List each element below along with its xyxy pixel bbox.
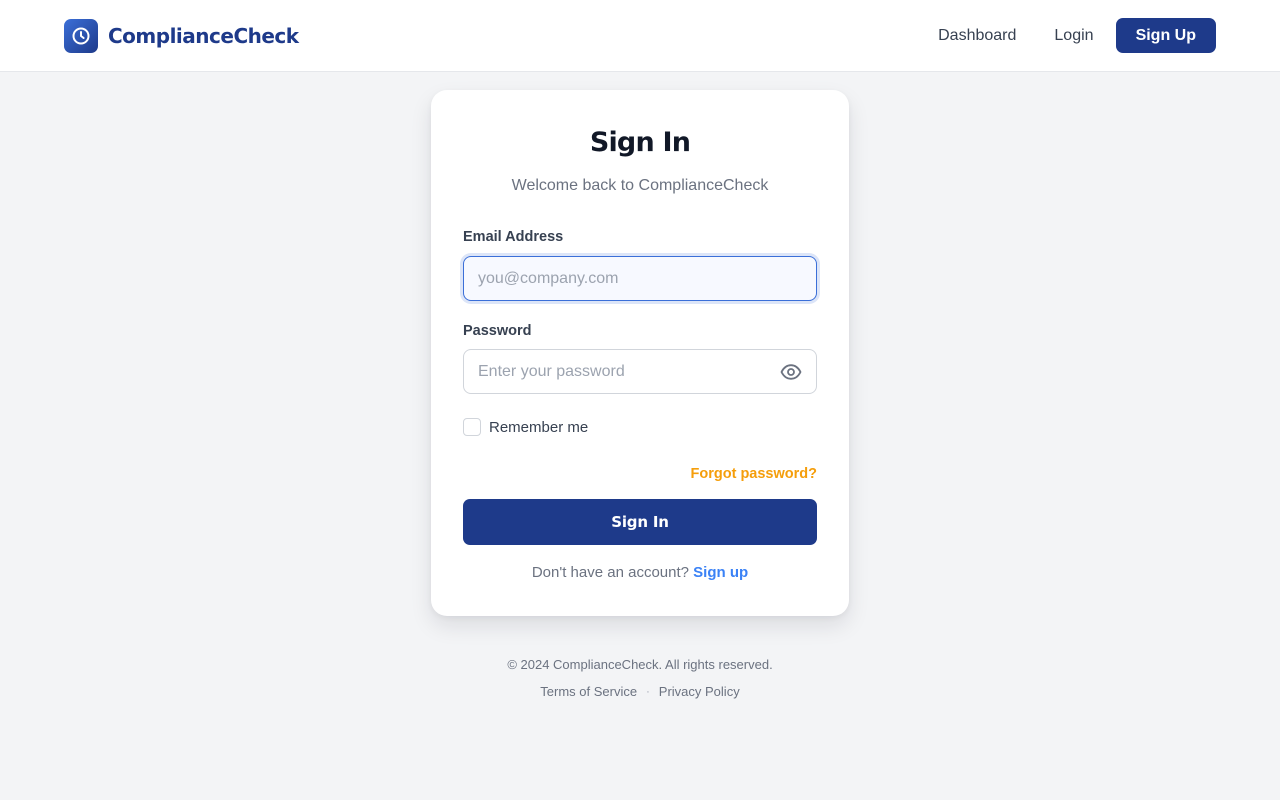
forgot-password-link[interactable]: Forgot password? — [691, 466, 817, 482]
top-navbar: ComplianceCheck Dashboard Login Sign Up — [0, 0, 1280, 72]
terms-link[interactable]: Terms of Service — [540, 684, 637, 699]
page-title: Sign In — [589, 127, 691, 158]
page-subtitle: Welcome back to ComplianceCheck — [511, 177, 769, 194]
signup-prompt-text: Don't have an account? — [531, 564, 694, 581]
brand-home-link[interactable]: ComplianceCheck — [64, 19, 299, 53]
remember-me-checkbox[interactable] — [463, 418, 481, 436]
main-nav: Dashboard Login Sign Up — [938, 18, 1216, 53]
brand-name: ComplianceCheck — [108, 24, 299, 48]
remember-me-label: Remember me — [489, 418, 589, 436]
nav-dashboard-link[interactable]: Dashboard — [938, 19, 1016, 53]
footer-links: Terms of Service · Privacy Policy — [0, 684, 1280, 699]
nav-signup-button[interactable]: Sign Up — [1115, 18, 1216, 53]
eye-icon[interactable] — [779, 361, 803, 383]
signup-prompt-row: Don't have an account? Sign up — [431, 564, 849, 581]
signin-button[interactable]: Sign In — [463, 499, 817, 545]
footer-separator: · — [646, 685, 650, 698]
password-label: Password — [463, 323, 532, 339]
remember-me-option[interactable]: Remember me — [463, 418, 588, 436]
email-label: Email Address — [463, 229, 564, 245]
signin-card: Sign In Welcome back to ComplianceCheck … — [431, 90, 849, 616]
email-input[interactable] — [463, 256, 817, 301]
nav-login-link[interactable]: Login — [1054, 19, 1093, 53]
privacy-link[interactable]: Privacy Policy — [659, 684, 740, 699]
password-input[interactable] — [463, 349, 817, 394]
signup-link[interactable]: Sign up — [693, 564, 748, 581]
footer-copyright: © 2024 ComplianceCheck. All rights reser… — [507, 657, 773, 672]
clock-icon — [64, 19, 98, 53]
